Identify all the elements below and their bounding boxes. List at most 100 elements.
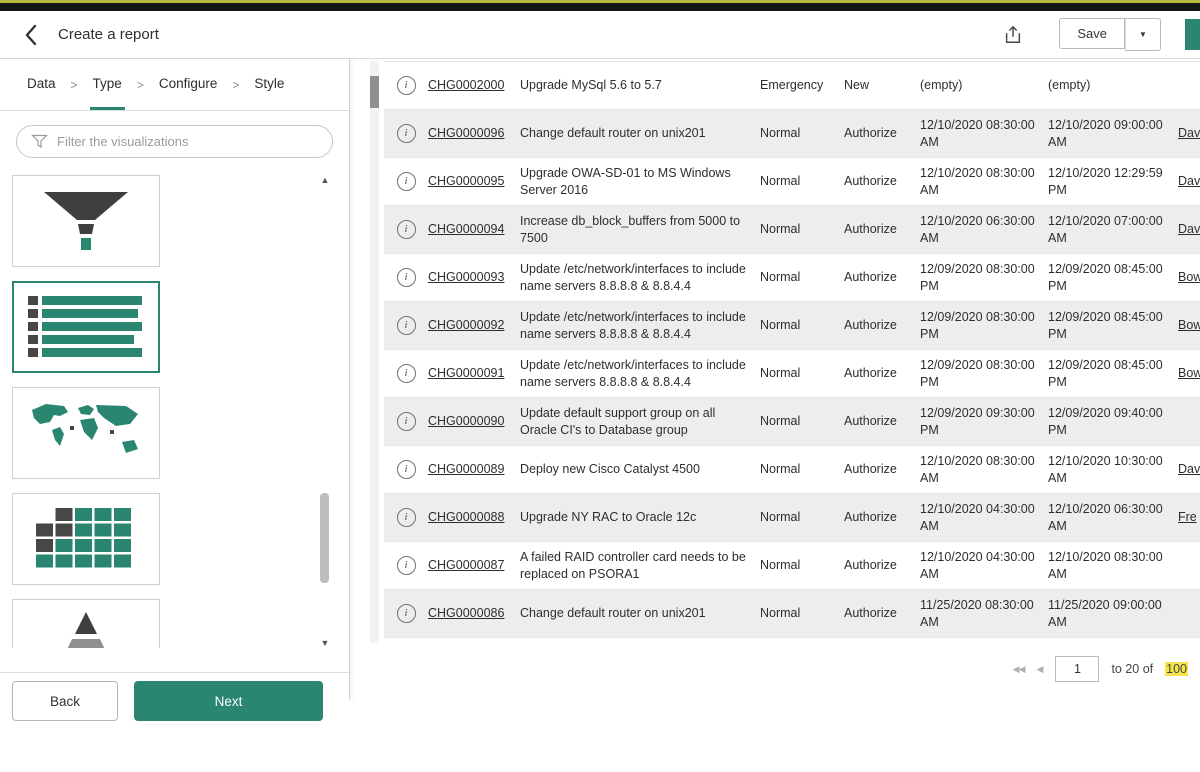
table-row[interactable]: i CHG0000096 Change default router on un… [384,110,1200,158]
wizard-steps: Data > Type > Configure > Style [0,59,349,111]
table-row[interactable]: i CHG0002000 Upgrade MySql 5.6 to 5.7 Em… [384,62,1200,110]
state-cell: Authorize [844,605,920,622]
scroll-down-icon[interactable]: ▼ [319,638,331,648]
info-icon[interactable]: i [397,316,416,335]
table-row[interactable]: i CHG0000095 Upgrade OWA-SD-01 to MS Win… [384,158,1200,206]
share-button[interactable] [997,19,1029,51]
page-number-input[interactable] [1055,656,1099,682]
change-number-link[interactable]: CHG0000090 [428,413,520,430]
step-separator-icon: > [232,59,239,110]
table-row[interactable]: i CHG0000089 Deploy new Cisco Catalyst 4… [384,446,1200,494]
table-scrollbar-thumb[interactable] [370,76,379,108]
report-preview-table: i CHG0002000 Upgrade MySql 5.6 to 5.7 Em… [370,59,1200,659]
priority-cell: Emergency [760,77,844,94]
total-count-highlighted: 100 [1165,662,1188,676]
info-icon[interactable]: i [397,460,416,479]
table-row[interactable]: i CHG0000088 Upgrade NY RAC to Oracle 12… [384,494,1200,542]
assigned-to-link[interactable]: Dav [1178,173,1200,190]
start-date-cell: 12/09/2020 09:30:00 PM [920,405,1048,439]
scrollbar-thumb[interactable] [320,493,329,583]
header: Create a report Save ▼ [0,11,1200,59]
tab-type[interactable]: Type [90,59,125,110]
tab-style[interactable]: Style [251,59,287,110]
change-number-link[interactable]: CHG0000091 [428,365,520,382]
viz-card-bar-list[interactable] [12,281,160,373]
viz-card-heatmap[interactable] [12,493,160,585]
change-number-link[interactable]: CHG0002000 [428,77,520,94]
viz-card-pyramid[interactable] [12,599,160,648]
back-button[interactable] [16,20,46,50]
info-icon[interactable]: i [397,268,416,287]
save-button[interactable]: Save [1059,18,1125,49]
assigned-to-link[interactable]: Dav [1178,221,1200,238]
change-number-link[interactable]: CHG0000089 [428,461,520,478]
end-date-cell: 12/10/2020 06:30:00 AM [1048,501,1178,535]
table-row[interactable]: i CHG0000087 A failed RAID controller ca… [384,542,1200,590]
next-step-button[interactable]: Next [134,681,323,721]
table-row[interactable]: i CHG0000094 Increase db_block_buffers f… [384,206,1200,254]
table-scrollbar[interactable] [370,61,379,643]
table-row[interactable]: i CHG0000086 Change default router on un… [384,590,1200,638]
previous-page-button[interactable]: ◀ [1037,664,1044,675]
state-cell: Authorize [844,461,920,478]
info-icon[interactable]: i [397,412,416,431]
save-dropdown-button[interactable]: ▼ [1125,18,1161,51]
change-number-link[interactable]: CHG0000086 [428,605,520,622]
funnel-chart-icon [38,190,134,252]
change-number-link[interactable]: CHG0000092 [428,317,520,334]
info-icon[interactable]: i [397,172,416,191]
priority-cell: Normal [760,413,844,430]
visualization-scrollbar[interactable]: ▲ ▼ [319,175,331,648]
change-number-link[interactable]: CHG0000087 [428,557,520,574]
page-title: Create a report [58,26,159,43]
change-number-link[interactable]: CHG0000088 [428,509,520,526]
state-cell: Authorize [844,557,920,574]
step-separator-icon: > [137,59,144,110]
tab-data[interactable]: Data [24,59,59,110]
viz-card-funnel[interactable] [12,175,160,267]
assigned-to-link[interactable]: Fre [1178,509,1200,526]
start-date-cell: (empty) [920,77,1048,94]
start-date-cell: 11/25/2020 08:30:00 AM [920,597,1048,631]
visualization-filter-input[interactable] [16,125,333,158]
assigned-to-link[interactable]: Dav [1178,461,1200,478]
table-row[interactable]: i CHG0000090 Update default support grou… [384,398,1200,446]
start-date-cell: 12/10/2020 08:30:00 AM [920,453,1048,487]
info-icon[interactable]: i [397,220,416,239]
info-icon[interactable]: i [397,556,416,575]
info-icon[interactable]: i [397,364,416,383]
info-icon[interactable]: i [397,508,416,527]
assigned-to-link[interactable]: Dav [1178,125,1200,142]
info-icon[interactable]: i [397,76,416,95]
info-icon[interactable]: i [397,604,416,623]
viz-card-world-map[interactable] [12,387,160,479]
state-cell: Authorize [844,365,920,382]
info-icon[interactable]: i [397,124,416,143]
table-row[interactable]: i CHG0000092 Update /etc/network/interfa… [384,302,1200,350]
change-number-link[interactable]: CHG0000093 [428,269,520,286]
pagination: ◀◀ ◀ to 20 of 100 [1013,656,1188,682]
bar-list-chart-icon [28,294,144,360]
change-number-link[interactable]: CHG0000096 [428,125,520,142]
change-number-link[interactable]: CHG0000095 [428,173,520,190]
short-description-cell: Update /etc/network/interfaces to includ… [520,261,760,295]
scroll-up-icon[interactable]: ▲ [319,175,331,185]
change-number-link[interactable]: CHG0000094 [428,221,520,238]
assigned-to-link[interactable]: Bow [1178,269,1200,286]
start-date-cell: 12/10/2020 06:30:00 AM [920,213,1048,247]
priority-cell: Normal [760,173,844,190]
assigned-to-link[interactable]: Bow [1178,365,1200,382]
first-page-button[interactable]: ◀◀ [1013,664,1025,675]
end-date-cell: 12/10/2020 09:00:00 AM [1048,117,1178,151]
panel-footer: Back Next [0,672,349,772]
back-step-button[interactable]: Back [12,681,118,721]
report-type-panel: Data > Type > Configure > Style [0,59,350,700]
tab-configure[interactable]: Configure [156,59,221,110]
end-date-cell: 12/09/2020 08:45:00 PM [1048,309,1178,343]
end-date-cell: 12/10/2020 07:00:00 AM [1048,213,1178,247]
start-date-cell: 12/10/2020 08:30:00 AM [920,165,1048,199]
table-row[interactable]: i CHG0000093 Update /etc/network/interfa… [384,254,1200,302]
table-row[interactable]: i CHG0000091 Update /etc/network/interfa… [384,350,1200,398]
short-description-cell: Deploy new Cisco Catalyst 4500 [520,461,760,478]
assigned-to-link[interactable]: Bow [1178,317,1200,334]
